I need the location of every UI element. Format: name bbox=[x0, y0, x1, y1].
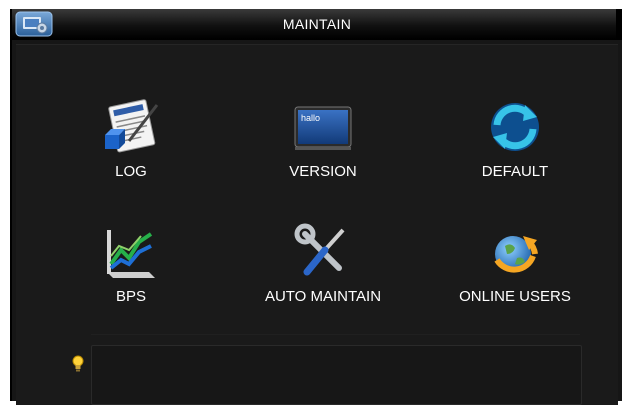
bps-chart-icon bbox=[107, 230, 155, 278]
auto-maintain-label: AUTO MAINTAIN bbox=[264, 288, 382, 305]
log-label: LOG bbox=[115, 163, 147, 180]
version-tile[interactable]: hallo VERSION bbox=[238, 95, 408, 195]
version-screen-text: hallo bbox=[301, 113, 320, 123]
online-users-label: ONLINE USERS bbox=[459, 288, 571, 305]
default-label: DEFAULT bbox=[481, 163, 549, 180]
tip-message-box bbox=[91, 345, 582, 405]
wrench-screwdriver-icon bbox=[294, 223, 345, 276]
version-label: VERSION bbox=[289, 163, 357, 180]
lightbulb-icon bbox=[72, 355, 84, 372]
refresh-icon bbox=[491, 103, 539, 151]
online-users-tile[interactable]: ONLINE USERS bbox=[430, 220, 600, 320]
globe-user-icon bbox=[494, 236, 538, 273]
content-panel: LOG hallo VERSION DEFAULT BPS AUTO MAINT… bbox=[16, 44, 618, 405]
window-title: MAINTAIN bbox=[282, 16, 352, 32]
version-icon: hallo bbox=[294, 106, 352, 150]
maintain-window: MAINTAIN LOG hallo VERSION DEFAULT BPS A… bbox=[10, 9, 622, 405]
bps-label: BPS bbox=[115, 288, 146, 305]
log-tile[interactable]: LOG bbox=[46, 95, 216, 195]
title-bar-edge bbox=[616, 9, 622, 39]
default-tile[interactable]: DEFAULT bbox=[430, 95, 600, 195]
bps-tile[interactable]: BPS bbox=[46, 220, 216, 320]
auto-maintain-tile[interactable]: AUTO MAINTAIN bbox=[238, 220, 408, 320]
log-icon bbox=[105, 99, 159, 153]
title-bar: MAINTAIN bbox=[12, 9, 622, 40]
separator-line bbox=[91, 334, 580, 335]
